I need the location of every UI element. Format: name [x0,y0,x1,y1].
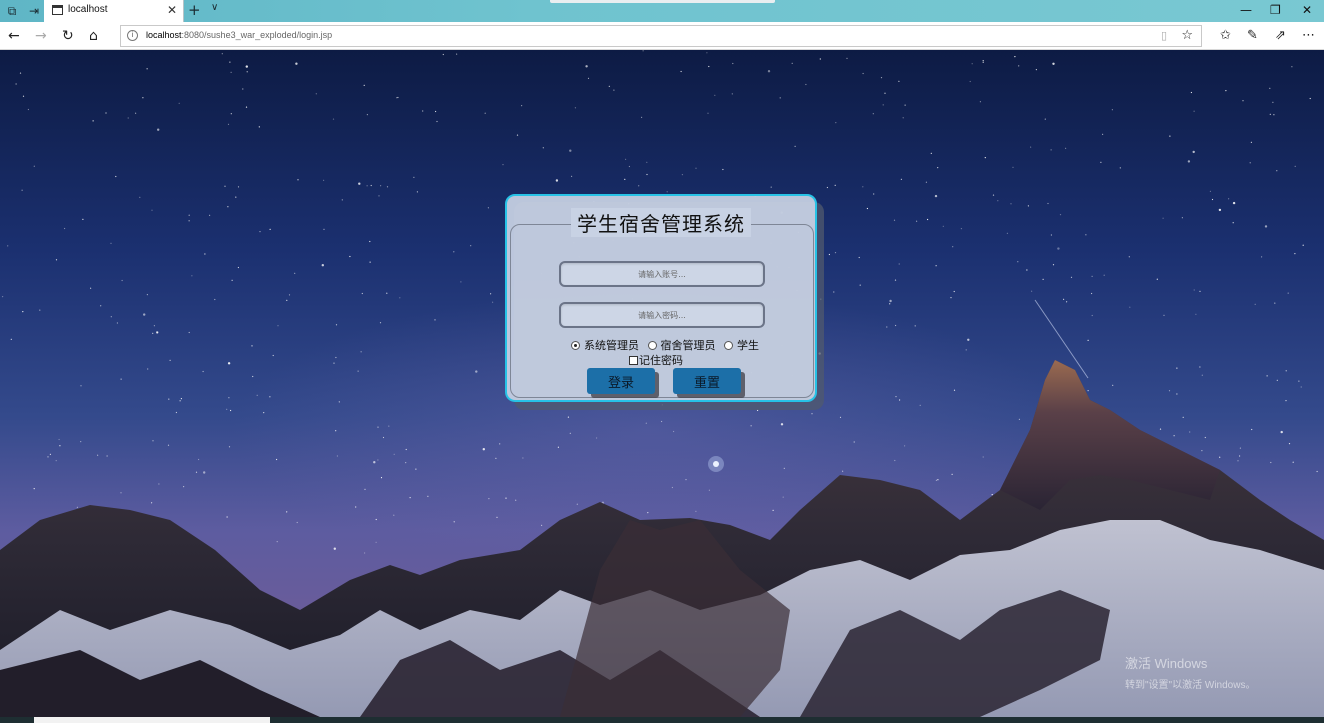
title-bar-handle [550,0,775,3]
reset-button[interactable]: 重置 [673,368,741,394]
role-option-system-admin[interactable]: 系统管理员 [571,339,639,352]
page-favicon-icon [52,5,63,15]
set-aside-tabs-icon[interactable]: ⧉ [4,3,20,19]
radio-checked-icon[interactable] [571,341,580,350]
login-card: 学生宿舍管理系统 系统管理员 宿舍管理员 学生 记住密码 登录 重置 [505,194,817,402]
watermark-line-1: 激活 Windows [1125,656,1208,671]
browser-tab-bar: ⧉ ⇥ localhost ✕ + ∨ — ❐ ✕ [0,0,1324,22]
watermark-line-2: 转到"设置"以激活 Windows。 [1125,680,1256,691]
remember-password-option[interactable]: 记住密码 [629,352,683,368]
remember-label: 记住密码 [639,354,683,367]
role-option-student[interactable]: 学生 [724,339,759,352]
role-label: 系统管理员 [584,339,639,352]
site-info-icon[interactable]: i [127,30,138,41]
taskbar-search-box[interactable] [34,717,270,723]
remember-checkbox[interactable] [629,356,638,365]
more-icon[interactable]: ⋯ [1302,28,1315,44]
role-label: 学生 [737,339,759,352]
url-text[interactable]: localhost:8080/sushe3_war_exploded/login… [146,30,332,40]
login-button[interactable]: 登录 [587,368,655,394]
tab-close-button[interactable]: ✕ [167,3,177,17]
favorites-hub-icon[interactable]: ✩ [1220,28,1231,44]
password-input[interactable] [559,302,765,328]
new-tab-button[interactable]: + [188,1,201,19]
url-host: localhost [146,30,182,40]
role-label: 宿舍管理员 [660,339,716,352]
tab-preview-toggle-button[interactable]: ∨ [211,2,218,13]
star-icon[interactable]: ☆ [1181,28,1193,43]
forward-arrow-icon[interactable]: → [35,28,47,44]
windows-taskbar [0,717,1324,723]
close-window-button[interactable]: ✕ [1302,3,1312,17]
back-arrow-icon[interactable]: ← [8,28,20,44]
restore-tabs-icon[interactable]: ⇥ [26,3,42,19]
system-title: 学生宿舍管理系统 [507,208,815,237]
home-icon[interactable]: ⌂ [89,28,98,44]
address-bar[interactable]: i localhost:8080/sushe3_war_exploded/log… [120,25,1202,47]
system-title-text: 学生宿舍管理系统 [571,208,751,237]
role-option-dorm-admin[interactable]: 宿舍管理员 [647,339,716,352]
radio-unchecked-icon[interactable] [647,341,657,350]
refresh-icon[interactable]: ↻ [62,28,74,44]
pen-icon[interactable]: ✎ [1247,28,1258,44]
reading-view-icon[interactable]: ▯ [1161,29,1167,42]
minimize-button[interactable]: — [1240,3,1252,17]
share-icon[interactable]: ⇗ [1275,28,1286,44]
tab-title: localhost [68,4,108,15]
restore-button[interactable]: ❐ [1270,3,1281,17]
radio-unchecked-icon[interactable] [724,341,733,350]
browser-tab[interactable]: localhost ✕ [44,0,184,22]
role-selector: 系统管理员 宿舍管理员 学生 [571,337,764,353]
username-input[interactable] [559,261,765,287]
windows-activation-watermark: 激活 Windows 转到"设置"以激活 Windows。 [1125,653,1255,691]
url-path: :8080/sushe3_war_exploded/login.jsp [181,30,333,40]
address-toolbar: ← → ↻ ⌂ i localhost:8080/sushe3_war_expl… [0,22,1324,50]
page-background: 激活 Windows 转到"设置"以激活 Windows。 学生宿舍管理系统 系… [0,50,1324,717]
